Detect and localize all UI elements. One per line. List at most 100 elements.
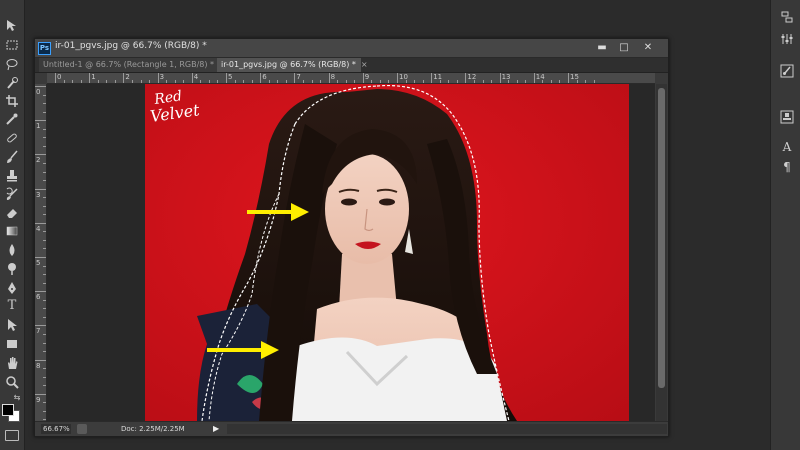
- horizontal-ruler[interactable]: 0 1 2 3 4 5 6 7 8 9 10 11 12 13 14 15: [47, 73, 655, 84]
- quick-mask-icon[interactable]: [5, 430, 19, 441]
- crop-tool-icon[interactable]: [2, 93, 22, 109]
- ruler-tick: [268, 80, 270, 83]
- ruler-tick: [35, 188, 46, 190]
- ruler-tick: [35, 291, 46, 293]
- document-size-info: Doc: 2.25M/2.25M: [121, 425, 185, 433]
- brush-panel-icon[interactable]: [780, 64, 794, 78]
- eyedropper-tool-icon[interactable]: [2, 111, 22, 127]
- marquee-tool-icon[interactable]: [2, 37, 22, 53]
- ruler-tick: [140, 80, 142, 83]
- ruler-tick: [354, 80, 356, 83]
- status-share-icon[interactable]: [77, 424, 87, 434]
- ruler-tick: [285, 80, 287, 83]
- ruler-tick: [508, 80, 510, 83]
- foreground-color-swatch[interactable]: [2, 404, 14, 416]
- ruler-tick: [43, 103, 46, 105]
- ruler-tick: [43, 402, 46, 404]
- vertical-scroll-thumb[interactable]: [658, 88, 665, 388]
- path-selection-tool-icon[interactable]: [2, 317, 22, 333]
- ruler-tick: [43, 171, 46, 173]
- ruler-tick: [43, 265, 46, 267]
- character-icon[interactable]: A: [780, 140, 794, 154]
- ruler-tick: [414, 80, 416, 83]
- shape-tool-icon[interactable]: [2, 336, 22, 352]
- ruler-tick: [542, 80, 544, 83]
- eraser-tool-icon[interactable]: [2, 205, 22, 221]
- document-tabs: Untitled-1 @ 66.7% (Rectangle 1, RGB/8) …: [35, 58, 668, 73]
- move-tool-icon[interactable]: [2, 18, 22, 34]
- right-eye: [379, 198, 395, 206]
- ruler-tick: [35, 154, 46, 156]
- ruler-tick: [43, 410, 46, 412]
- ruler-tick: [35, 257, 46, 258]
- hand-tool-icon[interactable]: [2, 355, 22, 371]
- history-brush-tool-icon[interactable]: [2, 186, 22, 202]
- horizontal-scrollbar[interactable]: [227, 424, 667, 434]
- clone-panel-icon[interactable]: [780, 110, 794, 124]
- ruler-tick: [43, 385, 46, 387]
- vertical-ruler[interactable]: 0 1 2 3 4 5 6 7 8 9: [35, 84, 47, 421]
- ruler-tick: [35, 393, 46, 395]
- healing-brush-tool-icon[interactable]: [2, 130, 22, 146]
- type-tool-icon[interactable]: T: [2, 298, 22, 314]
- adjust-icon[interactable]: [780, 32, 794, 46]
- ruler-tick: [55, 73, 56, 83]
- tab-untitled-1[interactable]: Untitled-1 @ 66.7% (Rectangle 1, RGB/8) …: [39, 58, 226, 72]
- history-icon[interactable]: [780, 10, 794, 24]
- ruler-tick: [499, 73, 501, 83]
- minimize-button[interactable]: ▬: [593, 41, 611, 54]
- tab-close-icon[interactable]: ×: [361, 60, 368, 69]
- zoom-level-field[interactable]: 66.67%: [41, 424, 71, 434]
- ruler-tick: [568, 73, 569, 83]
- ruler-label: 3: [36, 190, 41, 199]
- vertical-scrollbar[interactable]: [656, 84, 667, 421]
- dodge-tool-icon[interactable]: [2, 261, 22, 277]
- canvas-area[interactable]: Red Velvet: [47, 84, 655, 421]
- ruler-tick: [397, 73, 398, 83]
- quick-selection-tool-icon[interactable]: [2, 75, 22, 91]
- image-canvas[interactable]: Red Velvet: [47, 84, 655, 421]
- ruler-label: 14: [535, 73, 545, 81]
- gradient-tool-icon[interactable]: [2, 223, 22, 239]
- ruler-label: 15: [570, 73, 579, 81]
- ruler-tick: [43, 351, 46, 353]
- ruler-tick: [43, 128, 46, 130]
- status-menu-arrow-icon[interactable]: ▶: [213, 424, 219, 434]
- pen-tool-icon[interactable]: [2, 280, 22, 296]
- close-button[interactable]: ✕: [639, 41, 657, 54]
- ruler-tick: [35, 325, 46, 327]
- zoom-tool-icon[interactable]: [2, 374, 22, 390]
- panel-dock: A ¶: [770, 0, 800, 450]
- document-title-bar[interactable]: Ps ir-01_pgvs.jpg @ 66.7% (RGB/8) * ▬ □ …: [35, 39, 668, 58]
- ruler-tick: [431, 73, 433, 83]
- ruler-tick: [43, 180, 46, 182]
- ruler-tick: [166, 80, 168, 83]
- tools-panel: T ⇆: [0, 0, 25, 450]
- ruler-tick: [200, 80, 202, 83]
- ruler-tick: [226, 73, 227, 83]
- ruler-tick: [43, 376, 46, 378]
- tab-ir-01-pgvs[interactable]: ir-01_pgvs.jpg @ 66.7% (RGB/8) * ×: [217, 58, 368, 72]
- ruler-tick: [422, 80, 424, 83]
- ruler-tick: [345, 80, 347, 83]
- blur-tool-icon[interactable]: [2, 242, 22, 258]
- paragraph-icon[interactable]: ¶: [780, 160, 794, 174]
- ruler-tick: [89, 73, 91, 83]
- tab-label: Untitled-1 @ 66.7% (Rectangle 1, RGB/8) …: [43, 60, 215, 69]
- photoshop-icon: Ps: [38, 42, 51, 55]
- brush-tool-icon[interactable]: [2, 149, 22, 165]
- ruler-tick: [72, 80, 74, 83]
- ruler-label: 0: [36, 88, 41, 96]
- ruler-label: 5: [228, 73, 233, 81]
- clone-stamp-tool-icon[interactable]: [2, 168, 22, 184]
- ruler-label: 2: [125, 73, 130, 81]
- ruler-label: 13: [501, 73, 511, 81]
- lasso-tool-icon[interactable]: [2, 56, 22, 72]
- ruler-tick: [294, 73, 296, 83]
- maximize-button[interactable]: □: [615, 41, 633, 54]
- ruler-tick: [43, 368, 46, 370]
- ruler-tick: [43, 94, 46, 96]
- ruler-tick: [379, 80, 381, 83]
- ruler-tick: [43, 197, 46, 199]
- ruler-tick: [43, 231, 46, 233]
